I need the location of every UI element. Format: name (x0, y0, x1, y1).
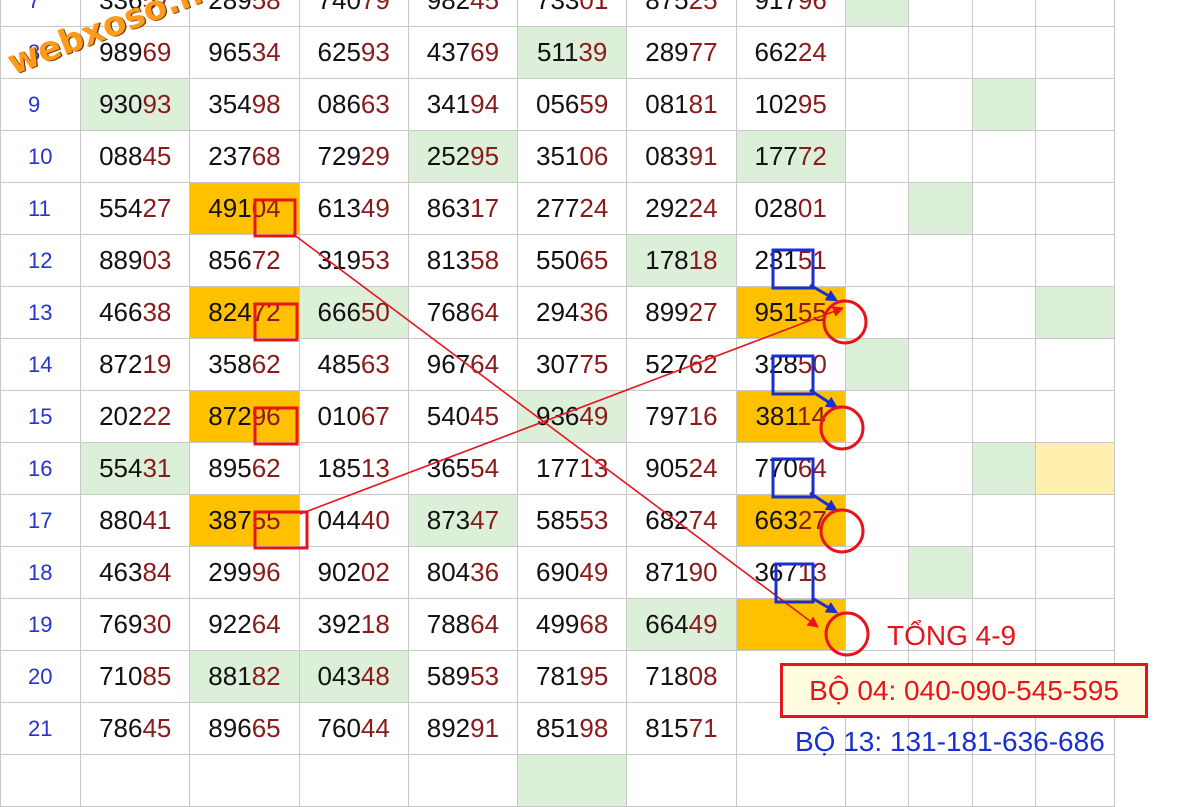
mark-box-row15 (253, 406, 299, 446)
arrow-row11-to-row19 (292, 233, 819, 628)
blue-box-row18 (774, 562, 815, 604)
circle-row17 (819, 508, 865, 554)
blue-box-row16 (771, 457, 815, 499)
mark-box-row11 (253, 198, 297, 238)
circle-row13 (822, 299, 868, 345)
blue-arrow-row12 (809, 283, 839, 302)
mark-box-row13 (253, 302, 299, 342)
blue-box-row14 (771, 354, 815, 396)
blue-arrow-row18 (811, 596, 839, 614)
blue-box-row12 (771, 248, 815, 290)
blue-arrow-row14 (809, 388, 839, 409)
arrow-row17-to-row13 (299, 306, 845, 515)
sum-label: TỔNG 4-9 (887, 620, 1017, 651)
set-13-label: BỘ 13: 131-181-636-686 (795, 726, 1105, 757)
circle-row19 (824, 611, 870, 657)
blue-arrow-row16 (809, 491, 839, 512)
set-04-label: BỘ 04: 040-090-545-595 (780, 663, 1148, 718)
mark-box-row17 (253, 510, 309, 550)
circle-row15 (819, 405, 865, 451)
